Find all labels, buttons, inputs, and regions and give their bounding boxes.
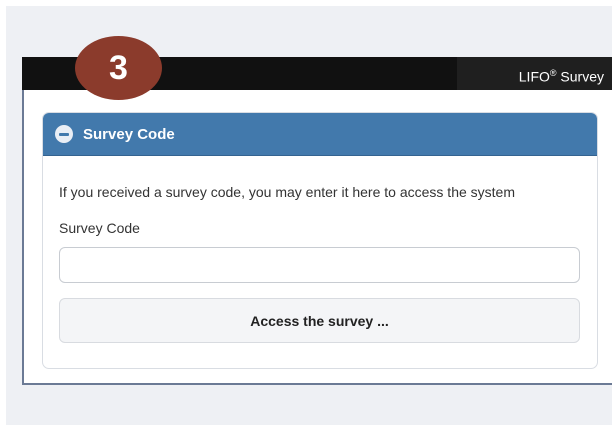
survey-code-panel: Survey Code If you received a survey cod…	[42, 112, 598, 369]
access-survey-button[interactable]: Access the survey ...	[59, 298, 580, 343]
panel-header[interactable]: Survey Code	[43, 113, 597, 156]
app-title: LIFO® Survey	[457, 57, 612, 90]
step-number-badge: 3	[75, 36, 162, 100]
panel-title: Survey Code	[83, 125, 175, 143]
minus-circle-icon[interactable]	[55, 125, 73, 143]
panel-body: If you received a survey code, you may e…	[43, 184, 597, 343]
survey-code-label: Survey Code	[59, 220, 140, 236]
survey-code-input[interactable]	[59, 247, 580, 283]
intro-text: If you received a survey code, you may e…	[59, 184, 515, 200]
